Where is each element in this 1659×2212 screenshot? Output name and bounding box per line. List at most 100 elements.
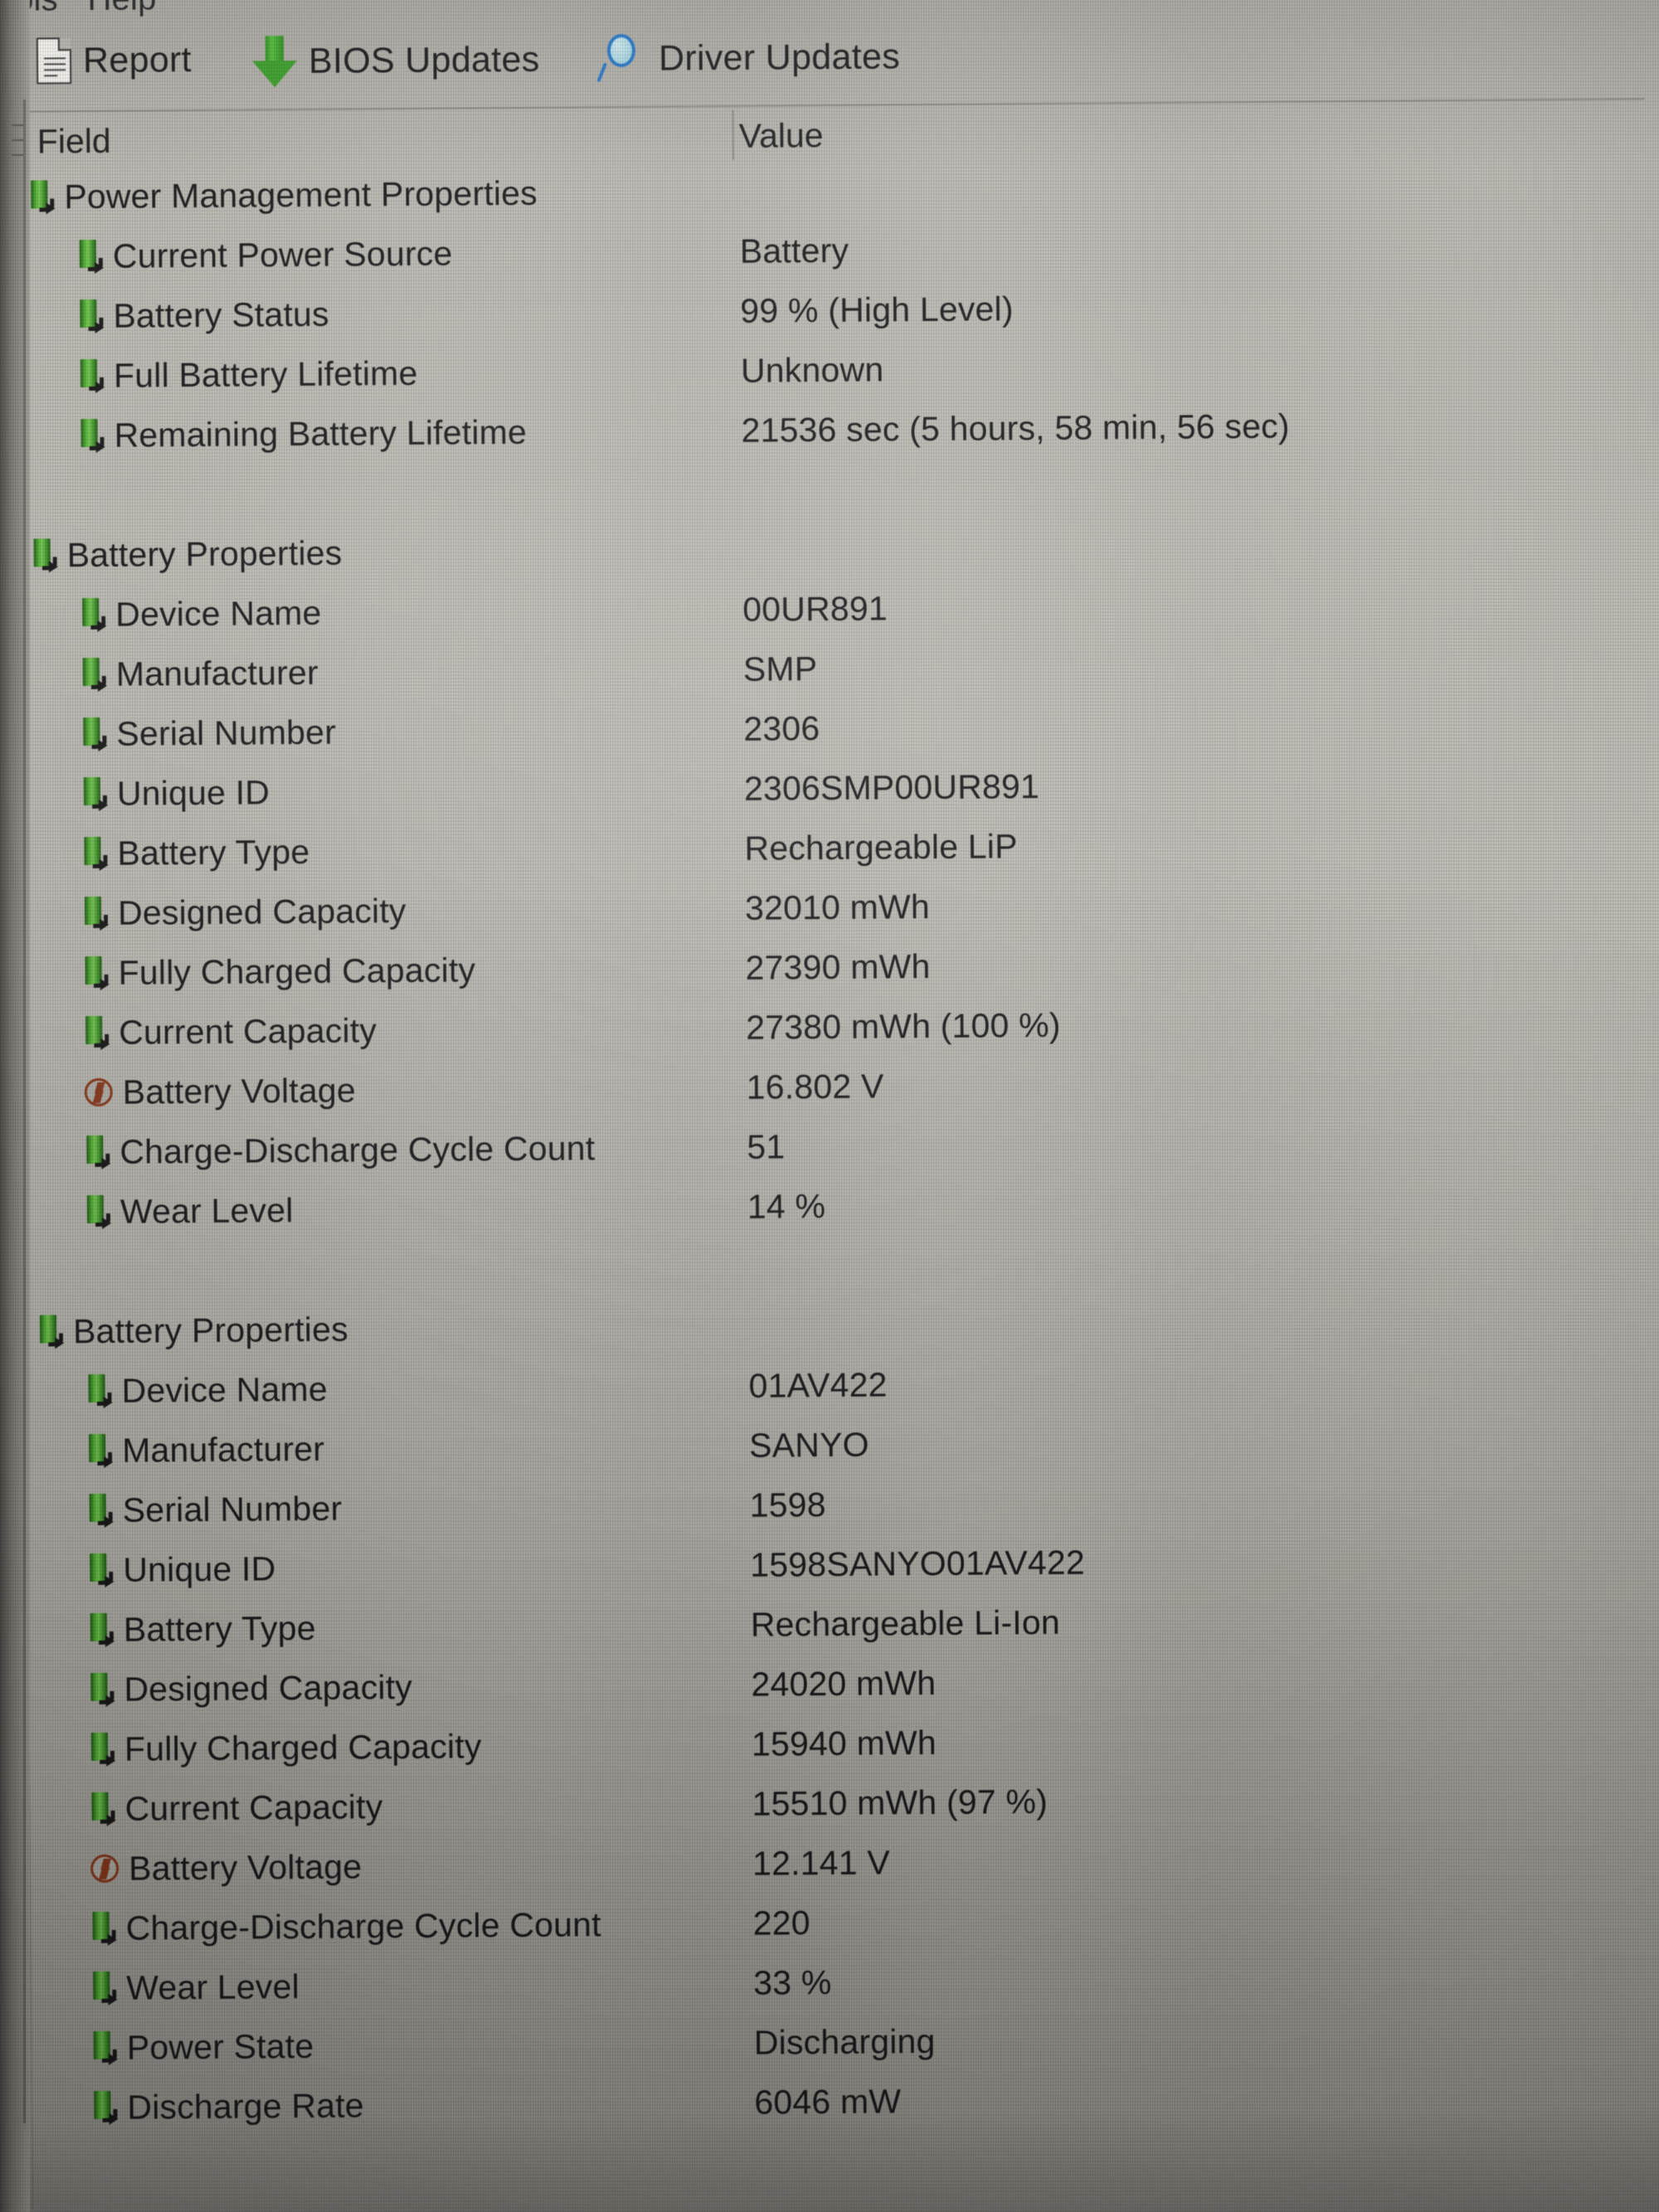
value-text: 27380 mWh (100 %) (746, 1005, 1061, 1047)
value-text: 12.141 V (752, 1842, 891, 1883)
cell-field: Device Name (86, 1369, 328, 1410)
battery-icon (89, 1672, 114, 1706)
battery-icon (85, 1135, 110, 1169)
cell-field: Device Name (80, 593, 322, 634)
cell-field: Wear Level (91, 1967, 299, 2008)
cell-value: Rechargeable LiP (744, 827, 1017, 868)
column-header-field[interactable]: Field (37, 122, 111, 162)
report-button[interactable]: Report (36, 36, 192, 85)
battery-icon (38, 1315, 64, 1348)
toolbar: Report BIOS Updates Driver Updates (0, 10, 1659, 109)
bolt-icon (84, 1077, 113, 1107)
battery-icon (90, 1791, 115, 1826)
green-down-arrow-icon (252, 36, 298, 88)
battery-icon (81, 717, 107, 751)
field-label: Designed Capacity (124, 1667, 413, 1709)
battery-icon (92, 2030, 118, 2064)
field-label: Full Battery Lifetime (113, 353, 418, 395)
menu-item-help[interactable]: Help (87, 0, 156, 18)
cell-field: Unique ID (82, 773, 270, 814)
cell-value: 24020 mWh (751, 1664, 936, 1704)
cell-field: Battery Voltage (90, 1847, 362, 1889)
field-label: Wear Level (119, 1190, 294, 1231)
battery-icon (32, 538, 57, 571)
value-text: 27390 mWh (745, 946, 931, 987)
field-label: Battery Status (113, 294, 329, 335)
properties-listview[interactable]: Field Value Power Management Properties C… (15, 98, 1659, 2210)
photographed-screen: Tools Help Report BIOS Updates (0, 0, 1659, 2212)
battery-icon (89, 1612, 114, 1646)
cell-value: Rechargeable Li-Ion (751, 1602, 1060, 1644)
field-label: Fully Charged Capacity (124, 1726, 482, 1768)
field-label: Battery Type (123, 1608, 316, 1649)
field-label: Fully Charged Capacity (118, 950, 476, 992)
battery-icon (84, 955, 109, 989)
value-text: 24020 mWh (751, 1663, 937, 1704)
battery-icon (78, 299, 104, 333)
cell-value: SANYO (749, 1425, 869, 1465)
cell-field: Designed Capacity (89, 1668, 412, 1709)
cell-field: Battery Voltage (84, 1071, 356, 1112)
value-text: Discharging (753, 2021, 936, 2062)
battery-icon (90, 1732, 115, 1766)
cell-field: Discharge Rate (92, 2086, 364, 2127)
column-divider[interactable] (732, 109, 735, 160)
table-row[interactable]: Discharge Rate 6046 mW (32, 2065, 1659, 2137)
cell-value: 1598 (750, 1485, 826, 1525)
cell-field: Current Capacity (84, 1011, 377, 1053)
value-text: 16.802 V (746, 1067, 884, 1106)
cell-field: Current Capacity (90, 1787, 383, 1829)
magnifier-icon (596, 33, 647, 85)
battery-icon (80, 597, 106, 631)
value-text: 15510 mWh (97 %) (752, 1782, 1048, 1823)
value-text: Battery (739, 231, 849, 270)
cell-field: Fully Charged Capacity (90, 1727, 482, 1769)
driver-updates-button[interactable]: Driver Updates (596, 31, 900, 85)
cell-value: 21536 sec (5 hours, 58 min, 56 sec) (741, 406, 1289, 450)
value-text: 15940 mWh (751, 1723, 937, 1763)
value-text: 2306SMP00UR891 (743, 766, 1040, 808)
cell-field: Battery Type (89, 1608, 316, 1649)
cell-value: Unknown (741, 350, 884, 390)
field-label: Device Name (115, 593, 322, 634)
battery-icon (79, 358, 105, 392)
bios-updates-button[interactable]: BIOS Updates (252, 34, 540, 88)
field-label: Charge-Discharge Cycle Count (125, 1904, 601, 1947)
value-text: 14 % (747, 1186, 826, 1226)
cell-field: Serial Number (88, 1489, 343, 1529)
field-label: Designed Capacity (117, 891, 406, 932)
cell-field: Manufacturer (87, 1429, 324, 1470)
field-label: Current Power Source (112, 234, 453, 275)
cell-field: Charge-Discharge Cycle Count (85, 1129, 596, 1172)
value-text: 6046 mW (754, 2081, 902, 2122)
cell-value: 15940 mWh (752, 1723, 937, 1764)
column-header-value[interactable]: Value (739, 116, 824, 156)
cell-value: 14 % (747, 1187, 826, 1227)
field-label: Unique ID (123, 1548, 276, 1589)
cell-value: 15510 mWh (97 %) (752, 1782, 1048, 1824)
field-label: Battery Properties (66, 533, 343, 574)
document-icon (36, 37, 72, 85)
cell-value: SMP (743, 649, 818, 689)
value-text: 21536 sec (5 hours, 58 min, 56 sec) (741, 406, 1290, 450)
value-text: 2306 (743, 708, 820, 748)
cell-value: Battery (740, 231, 849, 270)
cell-value: 33 % (753, 1963, 832, 2003)
battery-icon (82, 836, 108, 870)
cell-value: 1598SANYO01AV422 (750, 1543, 1085, 1584)
battery-icon (29, 180, 55, 213)
battery-icon (92, 2090, 118, 2124)
cell-field: Unique ID (88, 1548, 276, 1590)
battery-icon (86, 1373, 112, 1407)
app-window: Tools Help Report BIOS Updates (0, 0, 1659, 2212)
cell-value: 27380 mWh (100 %) (746, 1005, 1061, 1047)
value-text: 99 % (High Level) (740, 289, 1014, 330)
cell-value: 27390 mWh (745, 947, 930, 988)
cell-value: 32010 mWh (745, 887, 930, 928)
value-text: 33 % (753, 1962, 832, 2002)
cell-value: Discharging (754, 2022, 936, 2063)
value-text: SMP (742, 649, 818, 688)
field-label: Serial Number (122, 1489, 343, 1529)
value-text: SANYO (749, 1425, 869, 1465)
value-text: 220 (752, 1903, 810, 1942)
